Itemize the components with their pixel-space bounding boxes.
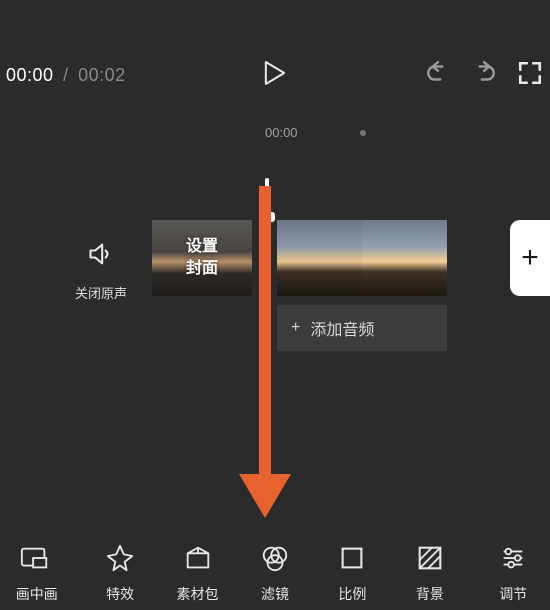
- total-time: 00:02: [78, 65, 126, 85]
- redo-icon: [471, 60, 497, 91]
- tool-background[interactable]: 背景: [391, 535, 468, 604]
- playback-time: 00:00 / 00:02: [6, 65, 126, 86]
- clip-frame: [362, 220, 447, 296]
- time-separator: /: [63, 65, 69, 85]
- tool-sticker-pack[interactable]: 素材包: [159, 535, 236, 604]
- timeline-playhead-time: 00:00: [265, 125, 298, 140]
- tool-adjust[interactable]: 调节: [469, 535, 546, 604]
- tool-label: 特效: [106, 584, 134, 604]
- play-button[interactable]: [255, 55, 295, 95]
- speaker-icon: [87, 240, 115, 273]
- set-cover-thumbnail[interactable]: 设置 封面: [152, 220, 252, 296]
- timeline-marker-dot: [360, 130, 366, 136]
- plus-icon: +: [521, 241, 539, 275]
- tool-effects[interactable]: 特效: [81, 535, 158, 604]
- tool-ratio[interactable]: 比例: [314, 535, 391, 604]
- background-icon: [415, 543, 445, 576]
- bottom-toolbar: 画中画 特效 素材包 滤镜 比例 背景: [0, 535, 550, 610]
- add-audio-label: 添加音频: [310, 316, 374, 340]
- redo-button[interactable]: [470, 61, 498, 89]
- add-audio-button[interactable]: + 添加音频: [277, 305, 447, 351]
- sparkle-icon: [105, 543, 135, 576]
- video-clip[interactable]: [277, 220, 447, 296]
- tool-label: 比例: [338, 584, 366, 604]
- tool-label: 画中画: [16, 584, 58, 604]
- ratio-icon: [337, 543, 367, 576]
- tool-label: 背景: [416, 584, 444, 604]
- package-icon: [183, 543, 213, 576]
- tool-label: 调节: [499, 584, 527, 604]
- playhead-line[interactable]: [265, 178, 269, 378]
- current-time: 00:00: [6, 65, 54, 85]
- sliders-icon: [498, 543, 516, 576]
- plus-icon: +: [291, 319, 300, 337]
- tool-filter[interactable]: 滤镜: [236, 535, 313, 604]
- undo-icon: [425, 60, 451, 91]
- undo-button[interactable]: [424, 61, 452, 89]
- tool-label: 滤镜: [261, 584, 289, 604]
- fullscreen-button[interactable]: [516, 61, 544, 89]
- mute-label: 关闭原声: [75, 283, 127, 302]
- pip-icon: [36, 543, 50, 576]
- mute-original-sound-button[interactable]: 关闭原声: [75, 240, 127, 302]
- tool-pip[interactable]: 画中画: [4, 535, 81, 604]
- set-cover-label: 设置 封面: [186, 236, 218, 279]
- play-icon: [264, 60, 286, 91]
- tool-label: 素材包: [177, 584, 219, 604]
- fullscreen-icon: [517, 60, 543, 91]
- clip-frame: [277, 220, 362, 296]
- filter-icon: [260, 543, 290, 576]
- add-clip-button[interactable]: +: [510, 220, 550, 296]
